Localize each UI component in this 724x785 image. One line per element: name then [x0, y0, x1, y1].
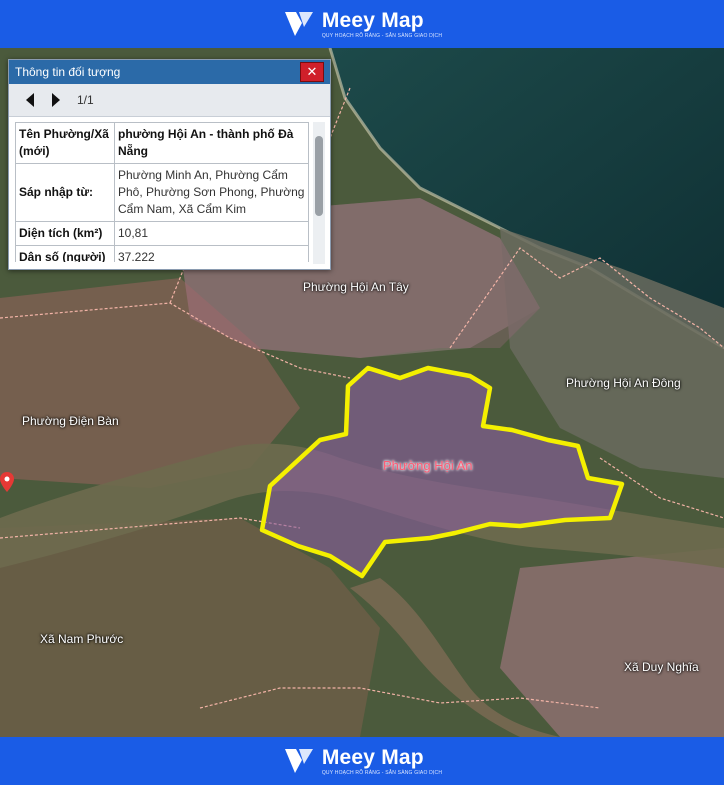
label-duy-nghia[interactable]: Xã Duy Nghĩa	[624, 660, 699, 674]
table-row: Tên Phường/Xã (mới) phường Hội An - thàn…	[15, 122, 309, 164]
panel-pagination: 1/1	[9, 84, 330, 117]
location-pin-icon[interactable]	[0, 472, 14, 492]
brand-header: Meey Map QUY HOẠCH RÕ RÀNG - SẴN SÀNG GI…	[0, 0, 724, 48]
previous-button[interactable]	[17, 89, 43, 111]
next-button[interactable]	[43, 89, 69, 111]
info-table: Tên Phường/Xã (mới) phường Hội An - thàn…	[15, 122, 309, 262]
label-hoi-an[interactable]: Phường Hội An	[383, 458, 473, 473]
row-label: Dân số (người)	[15, 245, 115, 262]
brand-logo-group[interactable]: Meey Map QUY HOẠCH RÕ RÀNG - SẴN SÀNG GI…	[282, 744, 442, 778]
label-nam-phuoc[interactable]: Xã Nam Phước	[40, 632, 123, 646]
label-dien-ban[interactable]: Phường Điện Bàn	[22, 414, 119, 428]
table-row: Diện tích (km²) 10,81	[15, 221, 309, 246]
row-value: 10,81	[114, 221, 309, 246]
page-counter: 1/1	[77, 93, 94, 107]
panel-content[interactable]: Tên Phường/Xã (mới) phường Hội An - thàn…	[15, 122, 309, 262]
close-icon[interactable]: ✕	[307, 64, 318, 80]
object-info-panel[interactable]: Thông tin đối tượng ✕ 1/1 Tên Phường/Xã …	[8, 59, 331, 270]
row-value: Phường Minh An, Phường Cẩm Phô, Phường S…	[114, 163, 309, 222]
panel-header[interactable]: Thông tin đối tượng ✕	[9, 60, 330, 84]
row-value: phường Hội An - thành phố Đà Nẵng	[114, 122, 309, 164]
row-label: Diện tích (km²)	[15, 221, 115, 246]
label-hoi-an-dong[interactable]: Phường Hội An Đông	[566, 376, 681, 390]
row-value: 37.222	[114, 245, 309, 262]
brand-logo-group[interactable]: Meey Map QUY HOẠCH RÕ RÀNG - SẴN SÀNG GI…	[282, 7, 442, 41]
row-label: Tên Phường/Xã (mới)	[15, 122, 115, 164]
scroll-thumb[interactable]	[315, 136, 323, 216]
label-hoi-an-tay[interactable]: Phường Hội An Tây	[303, 280, 409, 294]
prev-arrow-icon	[26, 93, 34, 107]
row-label: Sáp nhập từ:	[15, 163, 115, 222]
brand-name: Meey Map	[321, 745, 424, 769]
next-arrow-icon	[52, 93, 60, 107]
meey-logo-icon	[284, 749, 313, 773]
panel-title: Thông tin đối tượng	[15, 65, 121, 79]
brand-tagline: QUY HOẠCH RÕ RÀNG - SẴN SÀNG GIAO DỊCH	[321, 32, 443, 39]
brand-tagline: QUY HOẠCH RÕ RÀNG - SẴN SÀNG GIAO DỊCH	[321, 769, 443, 776]
meey-logo-icon	[284, 12, 313, 36]
brand-footer: Meey Map QUY HOẠCH RÕ RÀNG - SẴN SÀNG GI…	[0, 737, 724, 785]
brand-name: Meey Map	[321, 8, 424, 32]
panel-scrollbar[interactable]	[313, 122, 325, 264]
table-row: Sáp nhập từ: Phường Minh An, Phường Cẩm …	[15, 163, 309, 222]
close-button[interactable]: ✕	[300, 62, 324, 82]
table-row: Dân số (người) 37.222	[15, 245, 309, 262]
